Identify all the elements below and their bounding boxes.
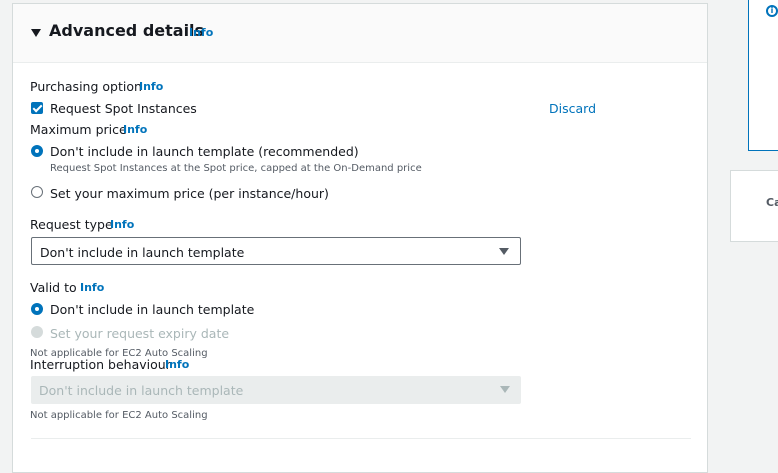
maximum-price-label: Maximum price (30, 122, 127, 137)
max-price-custom-label[interactable]: Set your maximum price (per instance/hou… (50, 186, 329, 201)
info-circle-icon[interactable]: i (766, 5, 778, 17)
interruption-behaviour-value: Don't include in launch template (39, 383, 244, 398)
side-card-text[interactable]: Ca (766, 196, 778, 209)
max-price-default-radio[interactable] (31, 145, 43, 157)
caret-down-icon[interactable] (31, 29, 41, 37)
purchasing-option-label: Purchasing option (30, 79, 142, 94)
valid-to-default-radio[interactable] (31, 303, 43, 315)
advanced-details-header[interactable]: Advanced details Info (13, 4, 707, 63)
section-info-link[interactable]: Info (189, 26, 213, 39)
request-spot-instances-label[interactable]: Request Spot Instances (50, 101, 197, 116)
request-type-label: Request type (30, 217, 113, 232)
valid-to-default-label[interactable]: Don't include in launch template (50, 302, 254, 317)
request-type-select[interactable]: Don't include in launch template (31, 237, 521, 265)
dropdown-arrow-icon (500, 386, 510, 393)
request-type-value: Don't include in launch template (40, 245, 245, 260)
interruption-behaviour-info-link[interactable]: Info (165, 358, 189, 371)
purchasing-option-info-link[interactable]: Info (139, 80, 163, 93)
request-spot-instances-checkbox[interactable] (31, 102, 43, 114)
valid-to-info-link[interactable]: Info (80, 281, 104, 294)
valid-to-expiry-radio (31, 326, 43, 338)
maximum-price-info-link[interactable]: Info (123, 123, 147, 136)
interruption-behaviour-label: Interruption behaviour (30, 357, 171, 372)
dropdown-arrow-icon (499, 248, 509, 255)
discard-link[interactable]: Discard (549, 101, 596, 116)
interruption-behaviour-select: Don't include in launch template (31, 376, 521, 404)
section-title: Advanced details (49, 21, 205, 40)
interruption-behaviour-note: Not applicable for EC2 Auto Scaling (30, 410, 208, 421)
request-type-info-link[interactable]: Info (110, 218, 134, 231)
bottom-divider (31, 438, 691, 439)
max-price-default-description: Request Spot Instances at the Spot price… (50, 163, 422, 174)
max-price-default-label[interactable]: Don't include in launch template (recomm… (50, 144, 359, 159)
side-info-box (748, 0, 778, 151)
valid-to-label: Valid to (30, 280, 77, 295)
max-price-custom-radio[interactable] (31, 186, 43, 198)
valid-to-expiry-label: Set your request expiry date (50, 326, 230, 341)
